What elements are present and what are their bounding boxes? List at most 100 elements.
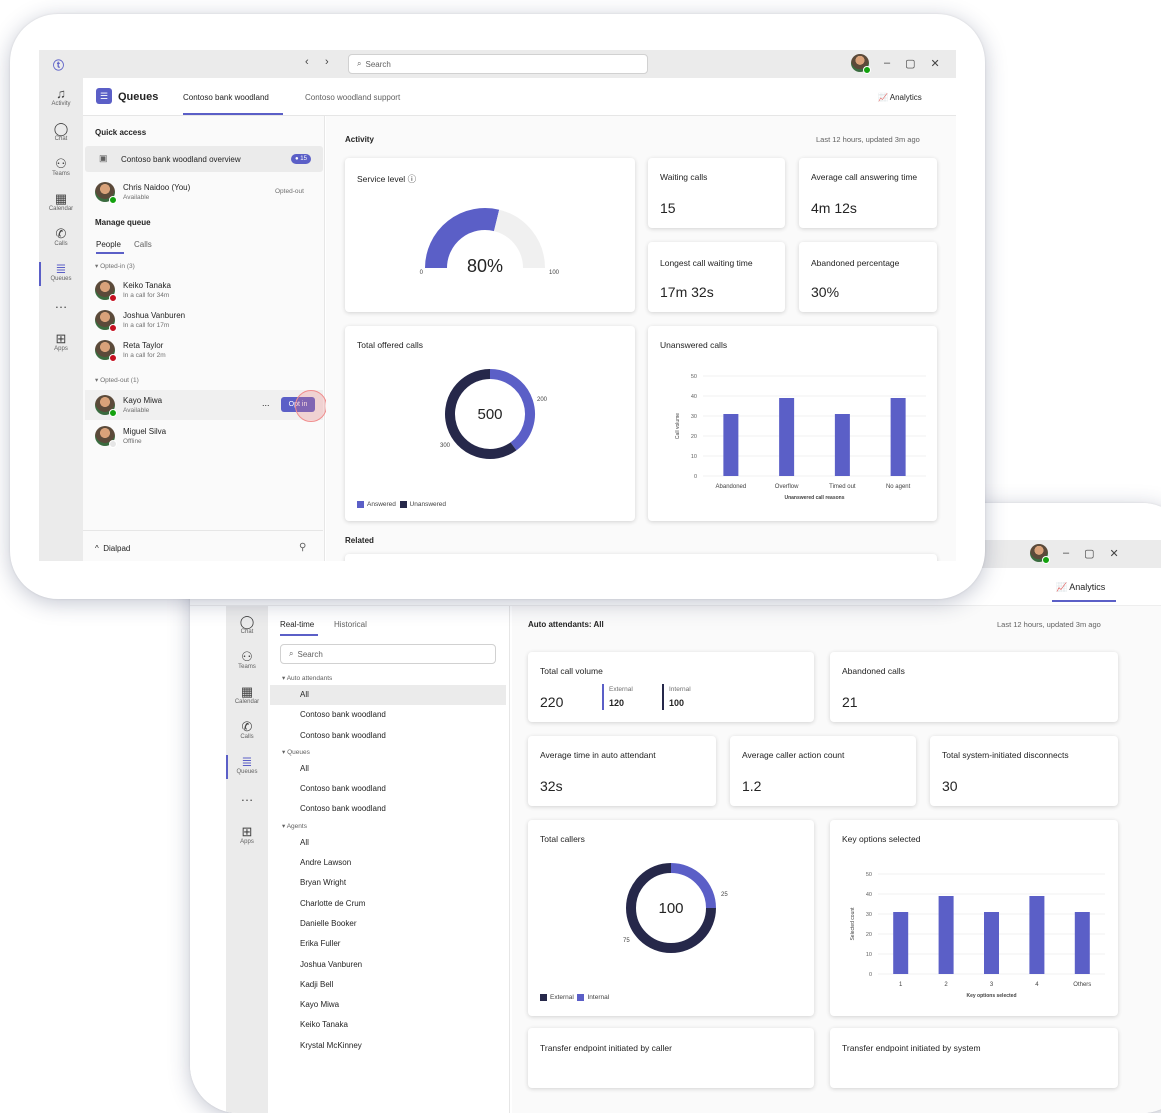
dashboard-heading: Auto attendants: All [528,620,604,629]
rail-item-queues[interactable]: ≣ Queues [39,262,83,288]
tab-historical[interactable]: Historical [334,620,367,629]
rail-item-calendar[interactable]: ▦ Calendar [226,685,268,711]
rail-item-chat[interactable]: ◯ Chat [39,122,83,148]
tree-item[interactable]: Contoso bank woodland [270,705,506,725]
agent-row[interactable]: Joshua Vanburen In a call for 17m [95,306,321,336]
donut-slice-label: 300 [440,443,451,449]
close-icon[interactable]: ✕ [1110,547,1119,560]
dashboard-icon: ▣ [99,153,108,163]
longest-wait-tile: Longest call waiting time 17m 32s [648,242,785,312]
tree-item[interactable]: Erika Fuller [270,934,506,954]
back-arrow-icon[interactable]: ‹ [305,56,309,68]
tab-contoso-bank-woodland[interactable]: Contoso bank woodland [183,93,269,102]
tree-item[interactable]: Kayo Miwa [270,995,506,1015]
profile-avatar[interactable] [1030,544,1050,564]
opted-in-header[interactable]: ▾ Opted-in (3) [95,262,135,270]
rail-item-teams[interactable]: ⚇ Teams [226,650,268,676]
tree-item[interactable]: Bryan Wright [270,873,506,893]
tree-item[interactable]: Charlotte de Crum [270,894,506,914]
y-tick-label: 30 [866,912,872,918]
tree-item[interactable]: Contoso bank woodland [270,726,506,746]
call-settings-icon[interactable]: ⚲ [299,542,306,553]
window-controls: – ▢ ✕ [851,54,940,74]
rail-label: Teams [52,171,70,177]
rail-item-teams[interactable]: ⚇ Teams [39,157,83,183]
tree-group-header[interactable]: ▾ Auto attendants [270,672,506,685]
tab-contoso-woodland-support[interactable]: Contoso woodland support [305,93,400,102]
tree-item[interactable]: Joshua Vanburen [270,955,506,975]
tree-item[interactable]: Contoso bank woodland [270,799,506,819]
maximize-icon[interactable]: ▢ [905,57,915,70]
more-options-icon[interactable]: ... [262,398,270,408]
phone-icon: ✆ [241,719,253,734]
rail-label: Calendar [48,206,74,212]
tree-item[interactable]: All [270,685,506,706]
maximize-icon[interactable]: ▢ [1084,547,1094,560]
tree-item[interactable]: Danielle Booker [270,914,506,934]
search-input[interactable]: ⌕ Search [280,644,496,664]
rail-label: Chat [240,629,254,635]
agent-row-kayo[interactable]: Kayo Miwa Available ... Opt in [85,390,327,422]
abandoned-calls-tile: Abandoned calls 21 [830,652,1118,722]
rail-item-calls[interactable]: ✆ Calls [39,227,83,253]
chart-icon: 📈 [878,93,888,102]
agent-row[interactable]: Reta Taylor In a call for 2m [95,336,321,366]
bar-timed-out [834,414,850,476]
y-tick-label: 50 [691,374,697,380]
tree-item[interactable]: Krystal McKinney [270,1036,506,1056]
agent-status: In a call for 17m [123,322,170,329]
search-input[interactable]: ⌕ Search [348,54,648,74]
queue-overview-item[interactable]: ▣ Contoso bank woodland overview ● 15 [85,146,323,172]
gauge-max: 100 [549,270,560,276]
gauge-value: 80% [467,256,503,276]
rail-item-more[interactable]: … [226,790,268,816]
minimize-icon[interactable]: – [1063,547,1069,559]
tab-real-time[interactable]: Real-time [280,620,314,629]
minimize-icon[interactable]: – [884,57,890,69]
agent-name: Reta Taylor [123,341,164,350]
rail-item-apps[interactable]: ⊞ Apps [39,332,83,358]
tab-calls[interactable]: Calls [134,240,152,249]
dashboard: Activity Last 12 hours, updated 3m ago S… [326,116,956,561]
x-tick-label: 3 [990,982,994,988]
tree-item[interactable]: Kadji Bell [270,975,506,995]
rail-item-calls[interactable]: ✆ Calls [226,720,268,746]
analytics-button[interactable]: 📈 Analytics [1056,582,1105,593]
forward-arrow-icon[interactable]: › [325,56,329,68]
tab-people[interactable]: People [96,240,121,249]
rail-label: Chat [54,136,68,142]
tree-group-header[interactable]: ▾ Agents [270,820,506,833]
opted-out-header[interactable]: ▾ Opted-out (1) [95,376,139,384]
filter-tree: ▾ Auto attendants All Contoso bank woodlan… [270,672,506,1056]
profile-avatar[interactable] [851,54,871,74]
agent-name: Keiko Tanaka [123,281,171,290]
avg-answer-tile: Average call answering time 4m 12s [799,158,937,228]
bar-no-agent [890,398,906,476]
analytics-button[interactable]: 📈 Analytics [878,93,922,102]
total-offered-tile: Total offered calls 500 200 300 Answered U… [345,326,635,521]
rail-item-calendar[interactable]: ▦ Calendar [39,192,83,218]
rail-item-activity[interactable]: ♫ Activity [39,87,83,113]
tree-group-header[interactable]: ▾ Queues [270,746,506,759]
tree-item[interactable]: All [270,833,506,853]
close-icon[interactable]: ✕ [931,57,940,70]
tree-item[interactable]: Andre Lawson [270,853,506,873]
tree-item[interactable]: Keiko Tanaka [270,1015,506,1035]
agent-avatar [95,395,117,417]
rail-label: Queues [50,276,72,282]
tree-item[interactable]: All [270,759,506,779]
tree-item[interactable]: Contoso bank woodland [270,779,506,799]
agent-row-miguel[interactable]: Miguel Silva Offline [95,424,321,450]
agent-row[interactable]: Keiko Tanaka In a call for 34m [95,276,321,306]
rail-item-chat[interactable]: ◯ Chat [226,615,268,641]
x-tick-label: 1 [899,982,903,988]
dialpad-toggle[interactable]: ^ Dialpad [95,544,130,553]
quick-access-heading: Quick access [95,128,147,137]
rail-item-queues[interactable]: ≣ Queues [226,755,268,781]
average-time-tile: Average time in auto attendant 32s [528,736,716,806]
analytics-underline [1052,600,1116,602]
x-tick-label: 2 [944,982,948,988]
rail-item-apps[interactable]: ⊞ Apps [226,825,268,851]
search-icon: ⌕ [357,59,362,68]
rail-item-more[interactable]: … [39,297,83,323]
